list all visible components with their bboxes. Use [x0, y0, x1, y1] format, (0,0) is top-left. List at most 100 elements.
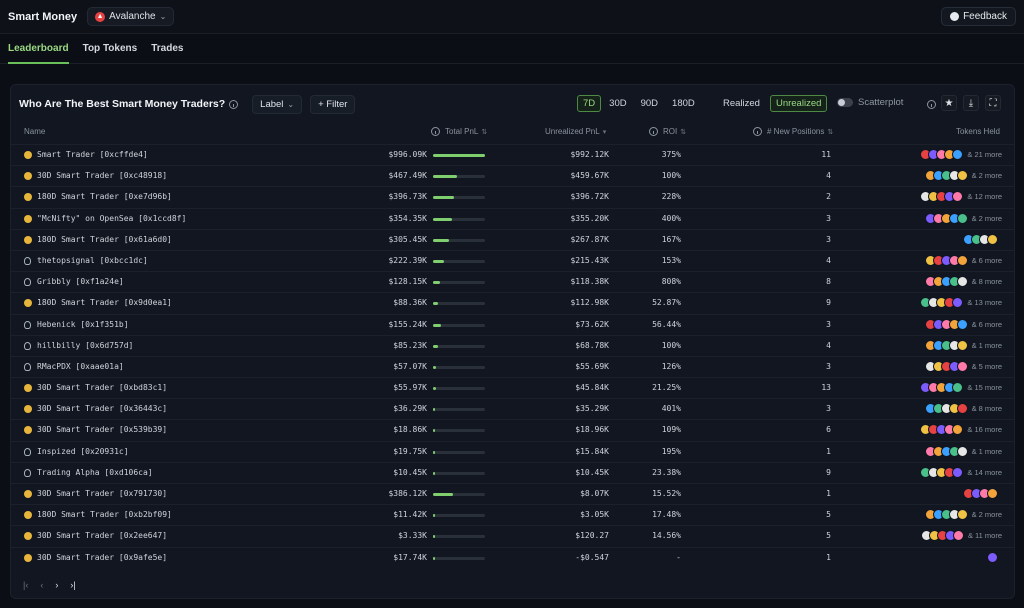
trader-name[interactable]: 30D Smart Trader [0x791730] [37, 489, 167, 498]
table-row[interactable]: Smart Trader [0xcffde4] $996.09K $992.12K 3… [11, 144, 1014, 165]
tokens-held[interactable]: & 6 more [924, 254, 1002, 266]
trader-name[interactable]: 30D Smart Trader [0x9afe5e] [37, 553, 167, 562]
prev-page-button[interactable]: ‹ [40, 580, 43, 590]
tokens-held[interactable]: & 16 more [920, 424, 1002, 436]
table-row[interactable]: hillbilly [0x6d757d] $85.23K $68.78K 100% 4 &… [11, 334, 1014, 356]
trader-name[interactable]: 30D Smart Trader [0x2ee647] [37, 531, 167, 540]
col-new-positions[interactable]: # New Positions ⇅ [753, 127, 833, 136]
expand-icon[interactable]: ⛶ [985, 95, 1001, 111]
tokens-held[interactable]: & 21 more [920, 149, 1002, 160]
unrealized-pnl-value: $45.84K [575, 383, 609, 393]
smiley-icon [24, 172, 32, 181]
table-row[interactable]: 30D Smart Trader [0xbd83c1] $55.97K $45.84… [11, 377, 1014, 398]
tokens-held[interactable]: & 5 more [924, 360, 1002, 372]
trader-name[interactable]: 30D Smart Trader [0x539b39] [37, 425, 167, 434]
table-row[interactable]: 30D Smart Trader [0x36443c] $36.29K $35.29… [11, 398, 1014, 419]
next-page-button[interactable]: › [55, 580, 58, 590]
table-row[interactable]: 30D Smart Trader [0x2ee647] $3.33K $120.27… [11, 525, 1014, 546]
last-page-button[interactable]: ›| [70, 580, 75, 590]
table-row[interactable]: 30D Smart Trader [0xc48918] $467.49K $459.… [11, 165, 1014, 186]
first-page-button[interactable]: |‹ [23, 580, 28, 590]
col-unrealized-pnl[interactable]: Unrealized PnL ▾ [545, 127, 606, 136]
table-row[interactable]: 30D Smart Trader [0x539b39] $18.86K $18.96… [11, 419, 1014, 440]
trader-name[interactable]: 180D Smart Trader [0x9d0ea1] [37, 298, 172, 307]
table-row[interactable]: Gribbly [0xf1a24e] $128.15K $118.38K 808% 8 &… [11, 271, 1014, 292]
table-row[interactable]: 180D Smart Trader [0x61a6d0] $305.45K $267… [11, 228, 1014, 250]
tokens-held[interactable] [987, 551, 1002, 563]
tokens-held[interactable]: & 14 more [920, 466, 1002, 478]
table-row[interactable]: 180D Smart Trader [0x9d0ea1] $88.36K $112.… [11, 292, 1014, 313]
tokens-held[interactable]: & 11 more [920, 530, 1002, 542]
tokens-held[interactable]: & 1 more [924, 339, 1002, 351]
tokens-held[interactable]: & 13 more [920, 297, 1002, 309]
period-30d[interactable]: 30D [603, 95, 632, 112]
pnl-bar-fill [433, 514, 435, 518]
filter-button[interactable]: + Filter [310, 94, 356, 114]
tokens-held[interactable]: & 8 more [924, 276, 1002, 288]
table-row[interactable]: 30D Smart Trader [0x9afe5e] $17.74K -$0.54… [11, 546, 1014, 568]
total-pnl-value: $354.35K [388, 213, 427, 223]
trader-name[interactable]: 180D Smart Trader [0x61a6d0] [37, 235, 172, 244]
info-icon[interactable] [229, 99, 239, 109]
tab-leaderboard[interactable]: Leaderboard [8, 34, 69, 64]
period-7d[interactable]: 7D [577, 95, 602, 112]
token-icons [924, 318, 968, 330]
trader-name[interactable]: thetopsignal [0xbcc1dc] [37, 256, 148, 265]
label-select[interactable]: Label ⌄ [252, 94, 303, 114]
table-row[interactable]: Inspized [0x20931c] $19.75K $15.84K 195% 1 & … [11, 440, 1014, 462]
roi-value: 56.44% [652, 319, 681, 329]
col-roi[interactable]: ROI ⇅ [649, 127, 686, 136]
tokens-held[interactable]: & 6 more [924, 318, 1002, 330]
table-row[interactable]: Trading Alpha [0xd106ca] $10.45K $10.45K 23… [11, 461, 1014, 483]
col-total-pnl[interactable]: Total PnL ⇅ [431, 127, 487, 136]
tokens-held[interactable]: & 1 more [924, 445, 1002, 457]
trader-name[interactable]: Inspized [0x20931c] [37, 447, 129, 456]
scatterplot-switch[interactable] [837, 98, 853, 107]
trader-name[interactable]: hillbilly [0x6d757d] [37, 341, 133, 350]
trader-name[interactable]: 30D Smart Trader [0xbd83c1] [37, 383, 167, 392]
unrealized-pnl-value: $18.96K [575, 425, 609, 435]
tab-trades[interactable]: Trades [151, 34, 183, 64]
tokens-held[interactable]: & 2 more [924, 170, 1002, 182]
star-icon[interactable]: ★ [941, 95, 957, 111]
tab-top-tokens[interactable]: Top Tokens [83, 34, 138, 64]
token-icons [924, 403, 968, 415]
tokens-held[interactable] [963, 488, 1002, 499]
tokens-held[interactable] [963, 233, 1002, 245]
realized-button[interactable]: Realized [717, 95, 766, 112]
trader-name[interactable]: Smart Trader [0xcffde4] [37, 150, 148, 159]
trader-name[interactable]: 30D Smart Trader [0xc48918] [37, 171, 167, 180]
tokens-held[interactable]: & 15 more [920, 382, 1002, 394]
tokens-held[interactable]: & 2 more [924, 212, 1002, 224]
table-row[interactable]: Hebenick [0x1f351b] $155.24K $73.62K 56.44%… [11, 313, 1014, 335]
info-icon[interactable] [927, 100, 936, 109]
trader-name[interactable]: RMacPDX [0xaae01a] [37, 362, 124, 371]
chat-bubble-icon [950, 12, 960, 21]
table-row[interactable]: 180D Smart Trader [0xb2bf09] $11.42K $3.05… [11, 504, 1014, 525]
trader-name[interactable]: "McNifty" on OpenSea [0x1ccd8f] [37, 214, 186, 223]
tokens-held[interactable]: & 8 more [924, 403, 1002, 415]
trader-name[interactable]: Gribbly [0xf1a24e] [37, 277, 124, 286]
trader-name[interactable]: 180D Smart Trader [0xb2bf09] [37, 510, 172, 519]
new-positions-value: 13 [821, 383, 831, 393]
trader-name[interactable]: Hebenick [0x1f351b] [37, 320, 129, 329]
table-row[interactable]: thetopsignal [0xbcc1dc] $222.39K $215.43K 1… [11, 249, 1014, 271]
download-icon[interactable]: ⤓ [963, 95, 979, 111]
table-row[interactable]: RMacPDX [0xaae01a] $57.07K $55.69K 126% 3 & 5… [11, 355, 1014, 377]
col-name[interactable]: Name [24, 127, 45, 136]
tokens-held[interactable]: & 2 more [924, 509, 1002, 521]
feedback-button[interactable]: Feedback [941, 7, 1016, 26]
period-180d[interactable]: 180D [666, 95, 701, 112]
table-row[interactable]: 180D Smart Trader [0xe7d96b] $396.73K $396… [11, 186, 1014, 207]
tokens-held[interactable]: & 12 more [920, 191, 1002, 203]
trader-name[interactable]: 30D Smart Trader [0x36443c] [37, 404, 167, 413]
chain-select[interactable]: ▲ Avalanche ⌄ [87, 7, 175, 26]
chevron-down-icon: ⌄ [287, 99, 295, 109]
trader-name[interactable]: 180D Smart Trader [0xe7d96b] [37, 192, 172, 201]
unrealized-button[interactable]: Unrealized [769, 95, 828, 112]
pnl-bar-fill [433, 493, 454, 496]
table-row[interactable]: 30D Smart Trader [0x791730] $386.12K $8.07… [11, 483, 1014, 504]
table-row[interactable]: "McNifty" on OpenSea [0x1ccd8f] $354.35K $… [11, 207, 1014, 229]
trader-name[interactable]: Trading Alpha [0xd106ca] [37, 468, 153, 477]
period-90d[interactable]: 90D [635, 95, 664, 112]
